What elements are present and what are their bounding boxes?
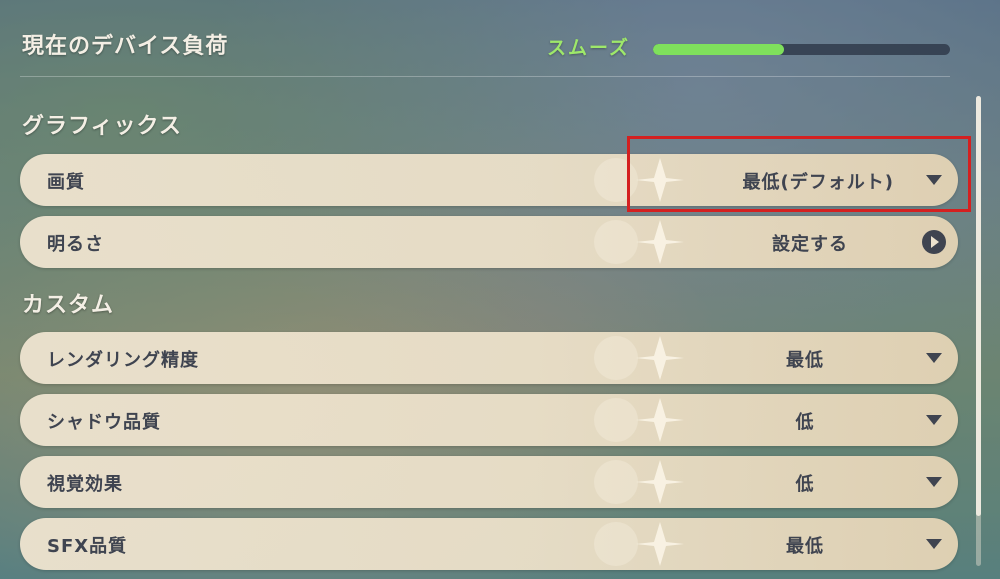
setting-label: 視覚効果 — [47, 474, 123, 495]
setting-row-render-resolution[interactable]: レンダリング精度 最低 — [20, 332, 958, 384]
setting-value[interactable]: 設定する — [772, 230, 848, 256]
dropdown-arrow-icon[interactable] — [926, 353, 942, 363]
setting-label: 明るさ — [47, 234, 104, 255]
section-title-custom: カスタム — [22, 293, 115, 318]
setting-row-brightness[interactable]: 明るさ 設定する — [20, 216, 958, 268]
setting-row-visual-effects[interactable]: 視覚効果 低 — [20, 456, 958, 508]
device-load-header: 現在のデバイス負荷 スムーズ — [0, 0, 1000, 78]
setting-value-text: 低 — [795, 474, 815, 495]
setting-label: 画質 — [47, 172, 85, 193]
setting-row-shadow-quality[interactable]: シャドウ品質 低 — [20, 394, 958, 446]
dropdown-arrow-icon[interactable] — [926, 415, 942, 425]
row-sparkle-decoration — [594, 522, 684, 566]
scrollbar-thumb[interactable] — [976, 96, 981, 516]
setting-label: レンダリング精度 — [47, 350, 199, 371]
load-status-label: スムーズ — [547, 37, 631, 59]
setting-label: シャドウ品質 — [47, 412, 161, 433]
device-load-title: 現在のデバイス負荷 — [22, 34, 229, 59]
dropdown-arrow-icon[interactable] — [926, 539, 942, 549]
dropdown-arrow-icon[interactable] — [926, 477, 942, 487]
setting-value-text: 低 — [795, 412, 815, 433]
setting-value-text: 最低 — [786, 350, 824, 371]
device-load-bar — [653, 44, 950, 55]
header-divider — [20, 76, 950, 77]
row-sparkle-decoration — [594, 460, 684, 504]
setting-value-text: 最低 — [786, 536, 824, 557]
row-sparkle-decoration — [594, 398, 684, 442]
highlight-annotation-box — [627, 136, 971, 212]
row-sparkle-decoration — [594, 336, 684, 380]
section-title-graphics: グラフィックス — [22, 114, 182, 139]
device-load-bar-fill — [653, 44, 784, 55]
setting-label: SFX品質 — [47, 536, 128, 557]
row-sparkle-decoration — [594, 220, 684, 264]
setting-row-sfx-quality[interactable]: SFX品質 最低 — [20, 518, 958, 570]
play-arrow-icon[interactable] — [922, 230, 946, 254]
